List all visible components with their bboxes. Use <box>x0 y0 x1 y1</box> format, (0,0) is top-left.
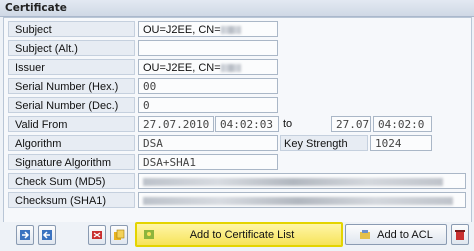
add-to-certificate-list-label: Add to Certificate List <box>189 228 295 241</box>
subject-label: Subject <box>8 21 135 37</box>
valid-to-time: 04:02:0 <box>378 118 425 131</box>
add-to-acl-label: Add to ACL <box>377 228 433 241</box>
subject-field[interactable]: OU=J2EE, CN= <box>138 21 278 37</box>
redacted-mark <box>220 26 241 35</box>
subject-alt-label: Subject (Alt.) <box>8 40 135 56</box>
serial-dec-value: 0 <box>143 99 150 112</box>
serial-dec-label: Serial Number (Dec.) <box>8 97 135 113</box>
delete-button[interactable] <box>88 225 106 245</box>
algorithm-value: DSA <box>143 137 163 150</box>
key-strength-field[interactable]: 1024 <box>370 135 432 151</box>
certificate-panel: Subject OU=J2EE, CN= Subject (Alt.) Issu… <box>3 17 472 223</box>
redacted-mark <box>220 64 241 73</box>
valid-to-date-field[interactable]: 27.07 <box>331 116 371 132</box>
serial-hex-field[interactable]: 00 <box>138 78 278 94</box>
valid-to-time-field[interactable]: 04:02:0 <box>373 116 432 132</box>
key-strength-label: Key Strength <box>280 135 368 151</box>
copy-icon <box>114 229 125 240</box>
valid-from-time-field[interactable]: 04:02:03 <box>215 116 279 132</box>
acl-icon <box>360 229 371 239</box>
remove-button[interactable] <box>451 224 469 245</box>
add-to-acl-button[interactable]: Add to ACL <box>345 224 447 245</box>
delete-icon <box>92 231 102 239</box>
issuer-label: Issuer <box>8 59 135 75</box>
import-button[interactable] <box>16 225 34 245</box>
signature-algorithm-value: DSA+SHA1 <box>143 156 196 169</box>
issuer-field[interactable]: OU=J2EE, CN= <box>138 59 278 75</box>
remove-icon <box>455 229 465 240</box>
subject-alt-field[interactable] <box>138 40 278 56</box>
add-to-certificate-list-button[interactable]: Add to Certificate List <box>135 222 343 247</box>
valid-from-label: Valid From <box>8 116 135 132</box>
redacted-mark <box>143 178 443 186</box>
to-label: to <box>283 118 293 130</box>
redacted-mark <box>143 197 453 205</box>
checksum-sha1-label: Checksum (SHA1) <box>8 192 135 208</box>
algorithm-label: Algorithm <box>8 135 135 151</box>
copy-button[interactable] <box>110 225 128 245</box>
title-bar: Certificate <box>0 0 474 17</box>
valid-from-date: 27.07.2010 <box>143 118 210 131</box>
serial-hex-label: Serial Number (Hex.) <box>8 78 135 94</box>
key-strength-value: 1024 <box>375 137 402 150</box>
checksum-sha1-field[interactable] <box>138 192 466 208</box>
window-title: Certificate <box>5 2 67 14</box>
serial-dec-field[interactable]: 0 <box>138 97 278 113</box>
algorithm-field[interactable]: DSA <box>138 135 278 151</box>
valid-from-date-field[interactable]: 27.07.2010 <box>138 116 214 132</box>
import-icon <box>20 230 30 240</box>
signature-algorithm-field[interactable]: DSA+SHA1 <box>138 154 278 170</box>
export-button[interactable] <box>38 225 56 245</box>
valid-from-time: 04:02:03 <box>220 118 273 131</box>
signature-algorithm-label: Signature Algorithm <box>8 154 135 170</box>
issuer-value: OU=J2EE, CN= <box>143 62 221 74</box>
certificate-icon <box>144 230 154 239</box>
button-bar: Add to Certificate List Add to ACL <box>0 222 474 251</box>
serial-hex-value: 00 <box>143 80 157 93</box>
check-sum-label: Check Sum (MD5) <box>8 173 135 189</box>
valid-to-date: 27.07 <box>336 118 370 131</box>
subject-value: OU=J2EE, CN= <box>143 24 221 36</box>
check-sum-field[interactable] <box>138 173 466 189</box>
export-icon <box>42 230 52 240</box>
